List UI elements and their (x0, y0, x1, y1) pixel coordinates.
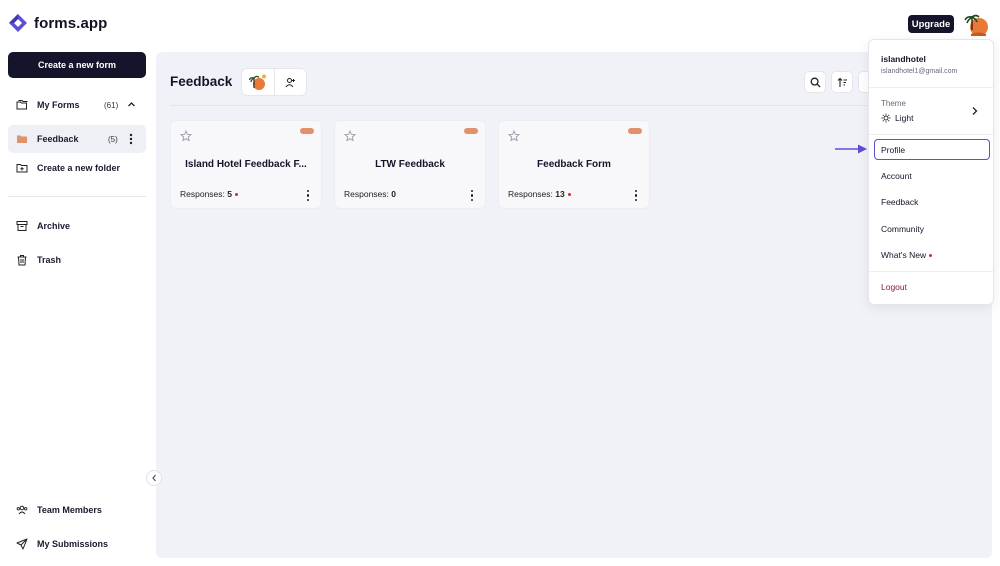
star-icon[interactable] (508, 130, 520, 142)
new-indicator-dot (929, 254, 933, 258)
sort-button[interactable] (831, 71, 853, 93)
form-title: Feedback Form (537, 159, 611, 170)
app-root: forms.app Upgrade Create a new form My F… (0, 0, 1000, 566)
avatar-icon (248, 74, 266, 90)
sidebar-item-label: Feedback (37, 134, 79, 144)
menu-email: islandhotel1@gmail.com (881, 68, 958, 75)
menu-item-label: What's New (881, 250, 927, 260)
responses-label: Responses: (508, 189, 553, 199)
responses-count: Responses: 5 (180, 189, 238, 199)
sidebar-item-label: My Forms (37, 100, 80, 110)
responses-count: Responses: 0 (344, 189, 396, 199)
new-responses-dot (235, 193, 238, 197)
team-icon (16, 504, 28, 516)
theme-label: Theme (881, 99, 906, 108)
menu-item-profile[interactable]: Profile (881, 145, 905, 155)
folder-owner-group (241, 68, 307, 96)
sidebar-item-label: Trash (37, 255, 62, 265)
form-card[interactable]: Feedback Form Responses: 13 (498, 120, 650, 209)
create-form-button[interactable]: Create a new form (8, 52, 146, 78)
create-folder-link[interactable]: Create a new folder (8, 154, 146, 182)
user-avatar[interactable] (964, 12, 990, 38)
search-button[interactable] (804, 71, 826, 93)
folder-icon (16, 133, 28, 145)
menu-item-logout[interactable]: Logout (881, 282, 907, 292)
responses-value: 5 (227, 189, 232, 199)
brand-name: forms.app (34, 14, 108, 32)
page-title: Feedback (170, 74, 233, 89)
upgrade-button[interactable]: Upgrade (908, 15, 954, 33)
responses-count: Responses: 13 (508, 189, 571, 199)
send-icon (16, 538, 28, 550)
view-toggle-button[interactable] (858, 71, 868, 93)
form-title: LTW Feedback (375, 159, 445, 170)
sun-icon (881, 113, 891, 123)
sidebar-item-my-submissions[interactable]: My Submissions (8, 530, 146, 558)
responses-value: 0 (391, 189, 396, 199)
trash-icon (16, 254, 28, 266)
form-card[interactable]: LTW Feedback Responses: 0 (334, 120, 486, 209)
menu-divider (869, 134, 995, 135)
folder-more-icon[interactable] (129, 133, 133, 145)
feedback-count: (5) (108, 135, 118, 144)
menu-divider (869, 87, 995, 88)
sidebar-item-label: My Submissions (37, 539, 109, 549)
add-user-icon (285, 77, 295, 87)
folder-plus-icon (16, 162, 28, 174)
archive-icon (16, 220, 28, 232)
collapse-sidebar-button[interactable] (146, 470, 162, 486)
chevron-up-icon[interactable] (127, 100, 136, 109)
header-divider (170, 105, 868, 106)
responses-label: Responses: (180, 189, 225, 199)
sidebar-item-archive[interactable]: Archive (8, 212, 146, 240)
sidebar-item-team-members[interactable]: Team Members (8, 496, 146, 524)
sidebar-item-trash[interactable]: Trash (8, 246, 146, 274)
folder-color-tag (300, 128, 314, 134)
card-more-icon[interactable] (634, 190, 638, 201)
theme-value: Light (895, 113, 914, 123)
sort-icon (837, 77, 847, 87)
card-more-icon[interactable] (470, 190, 474, 201)
sidebar-item-label: Archive (37, 221, 71, 231)
menu-item-feedback[interactable]: Feedback (881, 197, 918, 207)
folder-color-tag (628, 128, 642, 134)
folder-owner-avatar[interactable] (242, 69, 274, 95)
search-icon (810, 77, 820, 87)
responses-value: 13 (555, 189, 565, 199)
my-forms-count: (61) (104, 101, 119, 110)
sidebar-item-label: Team Members (37, 505, 102, 515)
menu-item-account[interactable]: Account (881, 171, 912, 181)
form-card[interactable]: Island Hotel Feedback F... Responses: 5 (170, 120, 322, 209)
sidebar-item-feedback[interactable]: Feedback (8, 125, 146, 153)
menu-item-community[interactable]: Community (881, 224, 924, 234)
responses-label: Responses: (344, 189, 389, 199)
add-member-button[interactable] (273, 69, 307, 95)
chevron-right-icon[interactable] (971, 106, 979, 116)
menu-item-whats-new[interactable]: What's New (881, 250, 933, 260)
new-responses-dot (567, 193, 571, 197)
star-icon[interactable] (344, 130, 356, 142)
folder-color-tag (464, 128, 478, 134)
sidebar-item-my-forms[interactable]: My Forms (8, 91, 146, 119)
menu-username: islandhotel (881, 54, 926, 64)
app-logo[interactable]: forms.app (8, 13, 107, 33)
folders-icon (16, 99, 28, 111)
sidebar-item-label: Create a new folder (37, 163, 121, 173)
card-more-icon[interactable] (306, 190, 310, 201)
star-icon[interactable] (180, 130, 192, 142)
theme-toggle[interactable]: Light (881, 113, 913, 123)
chevron-left-icon (151, 474, 156, 482)
logo-icon (9, 14, 27, 32)
sidebar-divider (8, 196, 146, 197)
user-menu-dropdown: islandhotel islandhotel1@gmail.com Theme… (868, 39, 995, 305)
form-title: Island Hotel Feedback F... (185, 159, 307, 170)
menu-divider (869, 271, 995, 272)
arrow-right-icon (835, 144, 867, 154)
